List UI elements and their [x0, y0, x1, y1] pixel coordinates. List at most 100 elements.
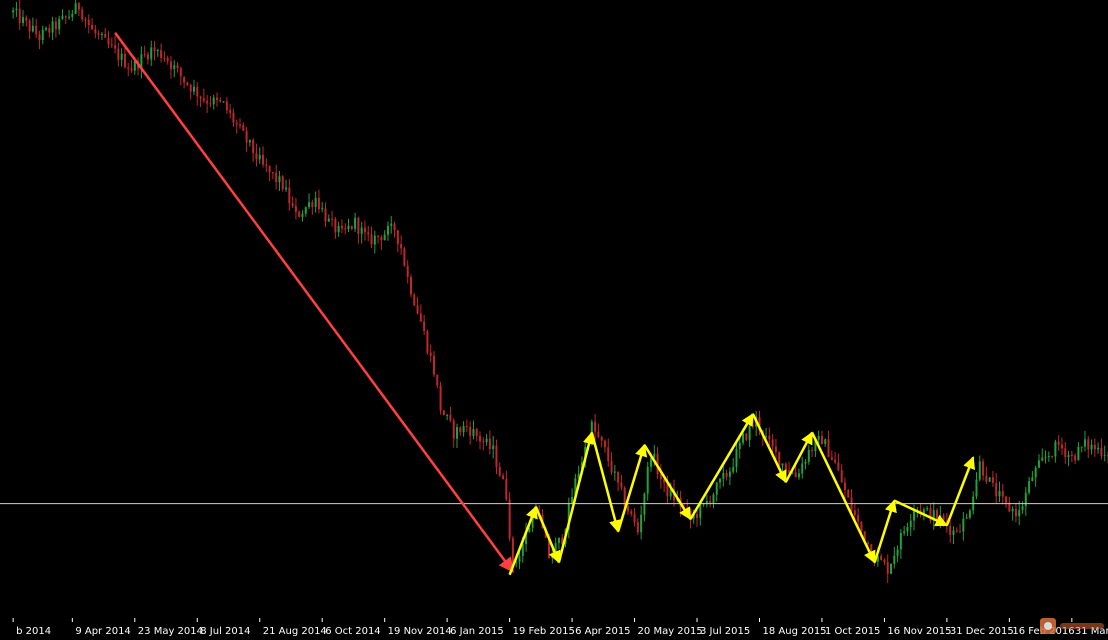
x-tick-label: 21 Aug 2014: [263, 626, 327, 637]
candle-body: [880, 556, 883, 560]
candle-body: [91, 25, 94, 30]
candle-body: [146, 54, 149, 60]
candle-body: [853, 510, 856, 516]
candle-body: [696, 514, 699, 518]
candle-body: [991, 477, 994, 483]
candle-body: [495, 445, 498, 468]
candle-body: [340, 225, 343, 229]
x-tick-label: 23 May 2014: [138, 626, 203, 637]
candle-body: [81, 9, 84, 20]
candle-body: [952, 530, 955, 535]
candle-body: [271, 172, 274, 174]
candle-body: [35, 25, 38, 35]
candle-body: [830, 457, 833, 460]
watermark-logo-icon: [1040, 618, 1104, 634]
candle-body: [1087, 439, 1090, 450]
candle-body: [100, 33, 103, 35]
candle-body: [354, 217, 357, 229]
candle-body: [804, 461, 807, 464]
candle-body: [1077, 446, 1080, 461]
candle-body: [1044, 456, 1047, 458]
candle-body: [179, 68, 182, 77]
candle-body: [331, 218, 334, 220]
candle-body: [886, 562, 889, 574]
candle-body: [719, 478, 722, 483]
candle-body: [308, 202, 311, 208]
candle-body: [511, 538, 514, 564]
x-tick-label: 18 Aug 2015: [762, 626, 826, 637]
candle-body: [311, 202, 314, 208]
candle-body: [557, 537, 560, 543]
candle-body: [304, 207, 307, 214]
candle-body: [196, 86, 199, 97]
candle-body: [1047, 455, 1050, 457]
candle-body: [281, 176, 284, 190]
candle-body: [439, 385, 442, 411]
candle-body: [728, 471, 731, 477]
x-tick-label: b 2014: [16, 626, 51, 637]
candle-body: [176, 65, 179, 69]
candle-body: [518, 556, 521, 562]
candle-body: [235, 122, 238, 125]
candle-body: [1070, 455, 1073, 457]
candle-body: [797, 473, 800, 478]
candle-body: [219, 99, 222, 102]
candle-body: [400, 243, 403, 249]
candle-body: [298, 211, 301, 217]
x-tick-label: 3 Jul 2015: [700, 626, 750, 637]
candle-body: [209, 103, 212, 105]
candle-body: [31, 25, 34, 32]
candle-body: [15, 8, 18, 11]
candle-body: [426, 330, 429, 353]
candle-body: [551, 553, 554, 558]
candle-body: [827, 439, 830, 458]
candle-body: [390, 223, 393, 226]
candle-body: [61, 16, 64, 19]
candle-body: [784, 463, 787, 471]
candle-body: [436, 374, 439, 386]
candle-body: [600, 436, 603, 441]
candle-body: [199, 96, 202, 99]
candle-body: [48, 28, 51, 33]
candle-body: [429, 352, 432, 356]
candle-body: [1037, 460, 1040, 468]
candle-body: [857, 515, 860, 522]
candle-body: [45, 28, 48, 30]
candle-body: [97, 33, 100, 35]
candle-body: [275, 172, 278, 183]
candle-body: [1021, 506, 1024, 511]
candle-body: [597, 431, 600, 437]
candle-body: [722, 473, 725, 479]
x-tick-label: 9 Apr 2014: [75, 626, 130, 637]
candle-body: [636, 522, 639, 533]
candle-body: [71, 13, 74, 17]
candle-body: [432, 355, 435, 375]
candle-body: [995, 482, 998, 497]
candle-body: [817, 435, 820, 440]
candle-body: [847, 490, 850, 498]
candle-body: [860, 521, 863, 532]
candle-body: [837, 462, 840, 471]
candle-body: [294, 205, 297, 212]
candle-body: [890, 563, 893, 574]
candle-body: [367, 232, 370, 235]
candle-body: [166, 58, 169, 62]
candle-body: [18, 8, 21, 23]
candle-body: [1028, 481, 1031, 493]
candle-body: [1090, 444, 1093, 450]
candle-body: [742, 433, 745, 443]
candle-body: [705, 501, 708, 504]
candle-body: [965, 517, 968, 519]
candle-body: [936, 510, 939, 520]
candle-body: [824, 439, 827, 445]
candle-body: [633, 513, 636, 523]
candle-body: [446, 414, 449, 416]
candle-body: [104, 33, 107, 38]
candle-body: [610, 460, 613, 473]
candle-body: [492, 445, 495, 449]
candle-body: [127, 67, 130, 69]
candle-body: [630, 511, 633, 514]
candle-body: [732, 467, 735, 472]
candle-body: [169, 61, 172, 70]
candle-body: [314, 197, 317, 208]
